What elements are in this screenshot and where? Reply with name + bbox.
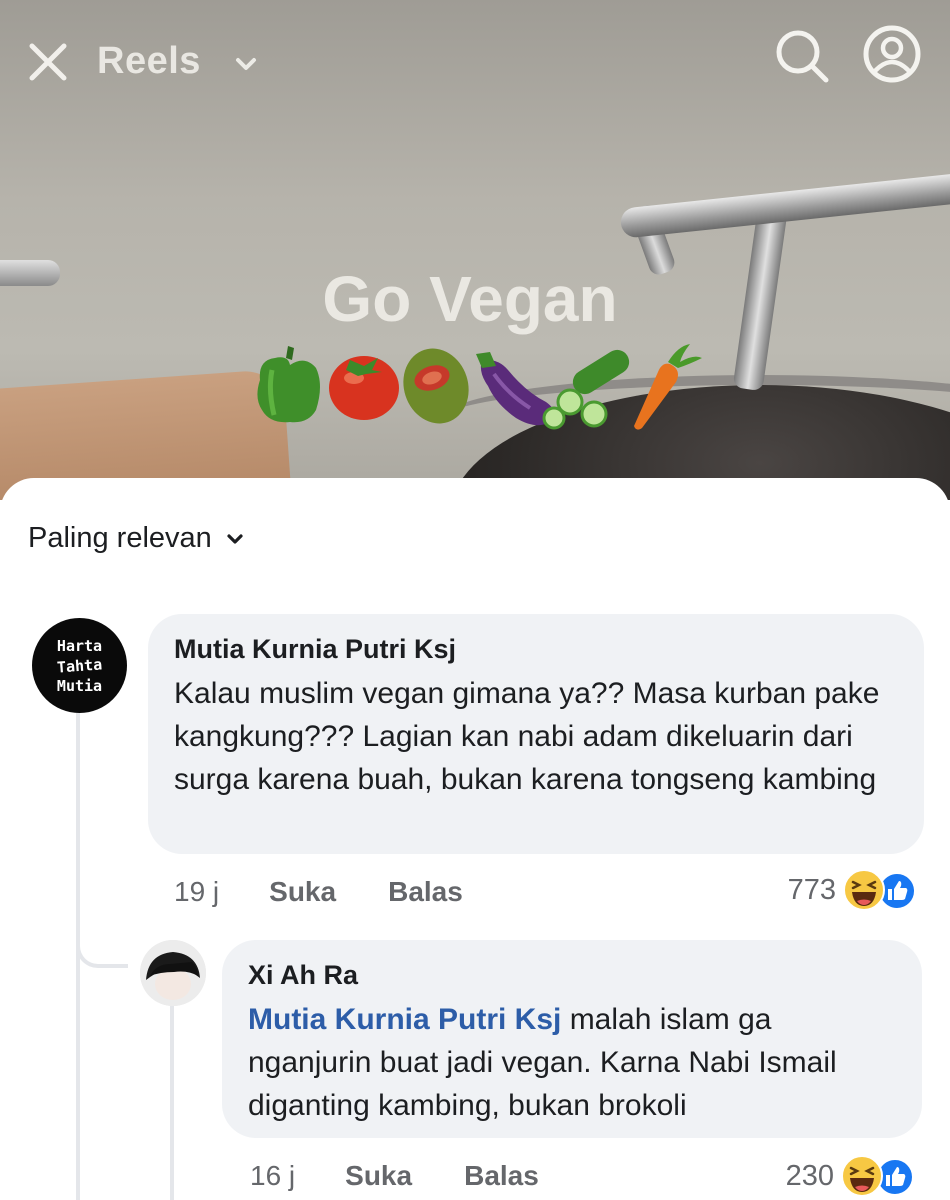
comments-sheet: Paling relevan Harta Tahta Mutia Mutia K… bbox=[0, 478, 950, 1200]
avatar[interactable]: Harta Tahta Mutia bbox=[32, 618, 127, 713]
avatar-text: Mutia bbox=[56, 676, 103, 695]
comment-time: 19 j bbox=[174, 876, 220, 907]
sort-label: Paling relevan bbox=[28, 522, 212, 554]
reaction-summary[interactable]: 773 bbox=[788, 868, 922, 912]
comment-author[interactable]: Mutia Kurnia Putri Ksj bbox=[174, 632, 898, 666]
mention-link[interactable]: Mutia Kurnia Putri Ksj bbox=[248, 1003, 561, 1036]
search-icon[interactable] bbox=[772, 26, 832, 86]
reply-bubble: Xi Ah Ra Mutia Kurnia Putri Ksj malah is… bbox=[222, 940, 922, 1138]
comment-actions: 16 j Suka Balas bbox=[250, 1156, 591, 1196]
olive-icon bbox=[403, 348, 469, 424]
comment-text: Mutia Kurnia Putri Ksj malah islam ga ng… bbox=[248, 998, 896, 1127]
cucumber-icon bbox=[542, 349, 630, 430]
avatar[interactable] bbox=[140, 940, 206, 1006]
haha-icon bbox=[841, 1155, 883, 1197]
haha-icon bbox=[843, 869, 885, 911]
comment-bubble: Mutia Kurnia Putri Ksj Kalau muslim vega… bbox=[148, 614, 924, 854]
reply-button[interactable]: Balas bbox=[464, 1160, 539, 1192]
close-icon[interactable] bbox=[24, 38, 72, 86]
comment-author[interactable]: Xi Ah Ra bbox=[248, 958, 896, 992]
vegetable-emoji-row bbox=[257, 344, 702, 430]
reply-connector bbox=[76, 918, 128, 968]
like-button[interactable]: Suka bbox=[345, 1160, 412, 1192]
avatar-text: Tahta bbox=[56, 654, 103, 677]
bell-pepper-icon bbox=[257, 346, 320, 423]
reels-title[interactable]: Reels bbox=[97, 40, 201, 83]
chevron-down-icon[interactable] bbox=[232, 50, 260, 78]
comment-actions: 19 j Suka Balas bbox=[174, 872, 515, 912]
reel-video[interactable]: Go Vegan Reels bbox=[0, 0, 950, 500]
comment-time: 16 j bbox=[250, 1160, 296, 1191]
avatar-text: Harta bbox=[56, 636, 103, 655]
reply-thread-line bbox=[170, 1004, 174, 1200]
carrot-icon bbox=[634, 344, 702, 430]
sort-dropdown[interactable]: Paling relevan bbox=[28, 522, 246, 555]
comment-text: Kalau muslim vegan gimana ya?? Masa kurb… bbox=[174, 677, 880, 796]
chevron-down-icon bbox=[227, 533, 243, 544]
eggplant-icon bbox=[476, 352, 555, 426]
top-bar: Reels bbox=[0, 0, 950, 120]
like-button[interactable]: Suka bbox=[269, 876, 336, 908]
reaction-count: 230 bbox=[785, 1159, 834, 1192]
reaction-count: 773 bbox=[787, 873, 836, 906]
video-overlay-text: Go Vegan bbox=[322, 263, 618, 335]
profile-icon[interactable] bbox=[862, 24, 922, 84]
tomato-icon bbox=[329, 356, 399, 420]
reaction-summary[interactable]: 230 bbox=[786, 1154, 920, 1198]
reply-button[interactable]: Balas bbox=[388, 876, 463, 908]
